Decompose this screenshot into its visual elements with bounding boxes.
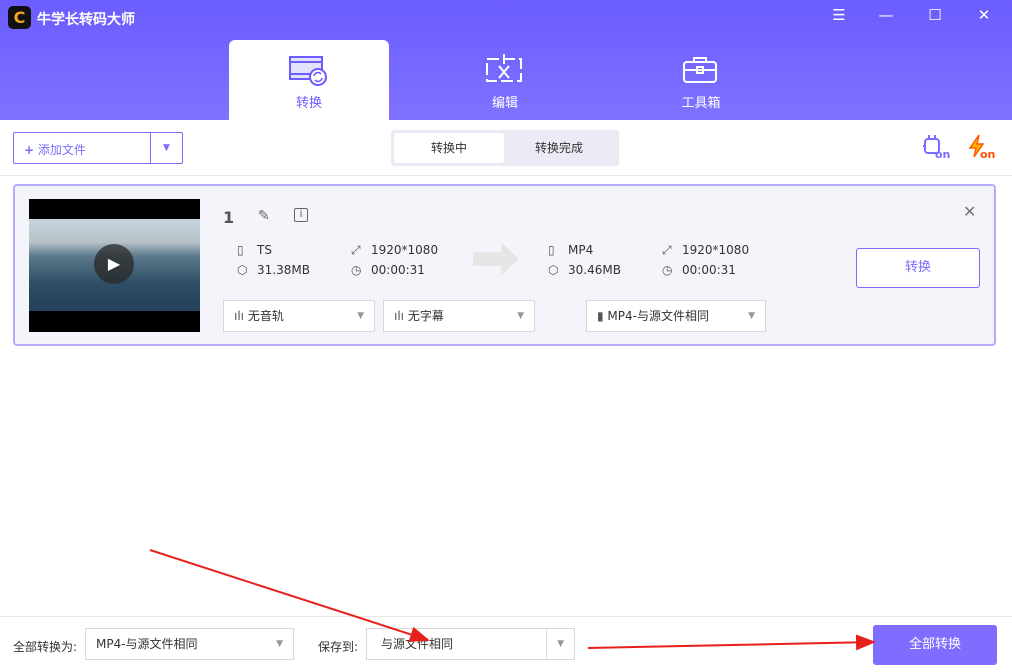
tab-toolbox[interactable]: 工具箱 — [621, 40, 781, 120]
tab-label: 工具箱 — [681, 96, 721, 111]
audio-wave-icon: ılı — [394, 309, 408, 323]
status-segmented-control: 转换中 转换完成 — [391, 130, 619, 166]
target-format: MP4 — [568, 243, 594, 257]
minimize-button[interactable]: — — [874, 6, 898, 24]
app-title: 牛学长转码大师 — [37, 12, 135, 28]
target-duration: 00:00:31 — [682, 263, 736, 277]
output-format-select[interactable]: ▮ MP4-与源文件相同 ▼ — [586, 300, 766, 332]
footer-bar: 全部转换为: MP4-与源文件相同 ▼ 保存到: 与源文件相同 ▼ 全部转换 — [0, 616, 1012, 672]
add-file-label: 添加文件 — [37, 143, 86, 157]
gpu-on-badge: on — [935, 148, 951, 161]
source-resolution: 1920*1080 — [371, 243, 439, 257]
target-resolution: 1920*1080 — [682, 243, 750, 257]
save-to-label: 保存到: — [318, 640, 359, 654]
play-icon[interactable]: ▶ — [94, 244, 134, 284]
save-to-select[interactable]: 与源文件相同 ▼ — [366, 628, 575, 660]
speed-boost-toggle[interactable]: on — [968, 134, 998, 164]
source-format: TS — [257, 243, 272, 257]
segment-converting[interactable]: 转换中 — [394, 133, 504, 163]
audio-track-select[interactable]: ılı 无音轨 ▼ — [223, 300, 375, 332]
clock-icon: ◷ — [351, 263, 362, 277]
audio-track-value: 无音轨 — [247, 309, 284, 323]
tab-label: 转换 — [295, 96, 322, 111]
source-duration: 00:00:31 — [371, 263, 425, 277]
subtitle-select[interactable]: ılı 无字幕 ▼ — [383, 300, 535, 332]
chevron-down-icon: ▼ — [546, 629, 564, 659]
rename-pencil-icon[interactable]: ✎ — [258, 208, 270, 224]
save-to-value: 与源文件相同 — [381, 637, 454, 651]
info-icon[interactable]: i — [294, 208, 308, 222]
chevron-down-icon: ▼ — [748, 311, 755, 321]
file-icon: ▮ — [597, 309, 608, 323]
video-thumbnail[interactable]: ▶ — [29, 199, 200, 332]
add-file-dropdown[interactable]: ▼ — [150, 133, 182, 163]
segment-completed[interactable]: 转换完成 — [504, 133, 614, 163]
maximize-button[interactable]: ☐ — [923, 6, 947, 24]
toolbox-icon — [683, 57, 717, 83]
file-icon: ▯ — [237, 243, 244, 257]
size-cube-icon: ⬡ — [548, 263, 559, 277]
resolution-icon: ⤢ — [662, 243, 672, 257]
audio-wave-icon: ılı — [234, 309, 248, 323]
add-file-button[interactable]: + 添加文件 ▼ — [13, 132, 183, 164]
menu-button[interactable]: ☰ — [827, 6, 851, 24]
clock-icon: ◷ — [662, 263, 673, 277]
convert-all-format-select[interactable]: MP4-与源文件相同 ▼ — [85, 628, 294, 660]
plus-icon: + — [24, 143, 35, 157]
gpu-acceleration-toggle[interactable]: on — [922, 134, 952, 164]
source-size: 31.38MB — [257, 263, 310, 277]
close-button[interactable]: ✕ — [972, 6, 996, 24]
size-cube-icon: ⬡ — [237, 263, 248, 277]
chevron-down-icon: ▼ — [357, 311, 364, 321]
resolution-icon: ⤢ — [351, 243, 361, 257]
chevron-down-icon: ▼ — [517, 311, 524, 321]
tab-edit[interactable]: 编辑 — [425, 40, 585, 120]
app-logo: C — [8, 6, 31, 29]
remove-file-icon[interactable]: ✕ — [963, 202, 976, 221]
edit-cut-icon — [486, 54, 522, 82]
chevron-down-icon: ▼ — [276, 639, 283, 649]
convert-all-button[interactable]: 全部转换 — [873, 625, 997, 665]
toolbar: + 添加文件 ▼ 转换中 转换完成 on on — [0, 120, 1012, 176]
file-index: 1 — [223, 208, 235, 227]
convert-button[interactable]: 转换 — [856, 248, 980, 288]
target-size: 30.46MB — [568, 263, 621, 277]
speed-on-badge: on — [980, 148, 996, 161]
tab-convert[interactable]: 转换 — [229, 40, 389, 120]
subtitle-value: 无字幕 — [407, 309, 444, 323]
convert-all-format-value: MP4-与源文件相同 — [96, 637, 198, 651]
file-icon: ▯ — [548, 243, 555, 257]
arrow-right-icon — [473, 242, 519, 276]
convert-all-to-label: 全部转换为: — [13, 640, 78, 654]
film-convert-icon — [289, 56, 327, 86]
tab-label: 编辑 — [491, 96, 518, 111]
title-bar: C 牛学长转码大师 ☰ — ☐ ✕ 转换 编辑 工具箱 — [0, 0, 1012, 120]
file-item: ▶ 1 ✎ i ✕ ▯ TS ⬡ 31.38MB ⤢ 1920*1080 ◷ 0… — [13, 184, 996, 346]
output-format-value: MP4-与源文件相同 — [607, 309, 709, 323]
